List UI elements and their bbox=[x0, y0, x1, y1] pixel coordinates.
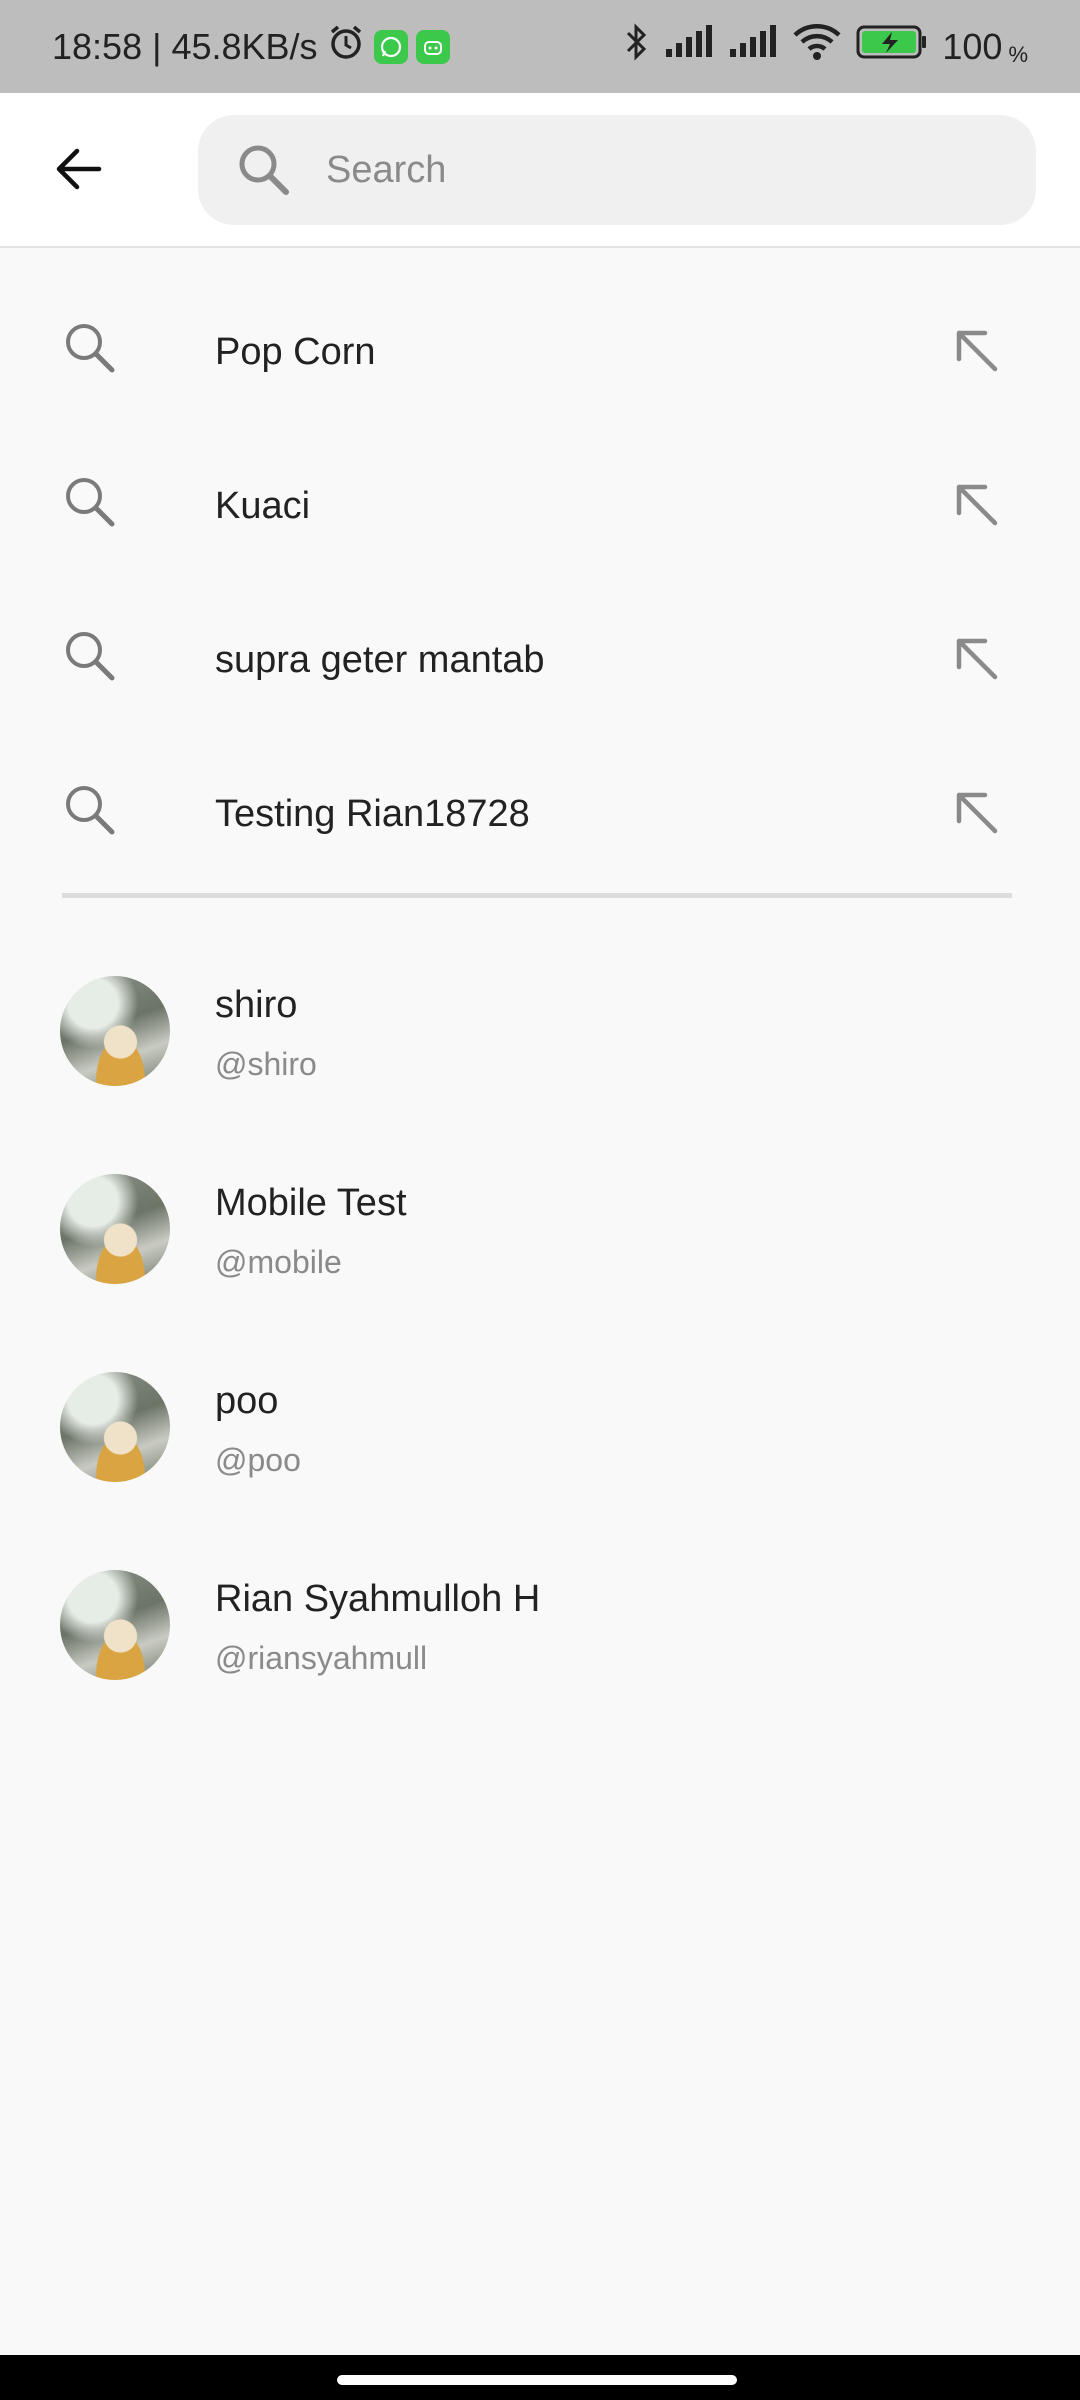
status-bar: 18:58 | 45.8KB/s 100 % bbox=[0, 0, 1080, 93]
system-nav-bar bbox=[0, 2355, 1080, 2400]
history-label: Pop Corn bbox=[215, 330, 376, 373]
search-icon bbox=[62, 474, 122, 534]
search-screen: 18:58 | 45.8KB/s 100 % Search Pop Corn K… bbox=[0, 0, 1080, 2400]
history-label: Kuaci bbox=[215, 484, 311, 527]
bluetooth-icon bbox=[624, 21, 650, 72]
user-results-list: shiro @shiro Mobile Test @mobile poo @po… bbox=[0, 946, 1080, 1738]
arrow-up-left-icon[interactable] bbox=[946, 782, 1006, 842]
whatsapp-icon bbox=[373, 29, 408, 64]
user-row[interactable]: Rian Syahmulloh H @riansyahmull bbox=[0, 1540, 1080, 1738]
history-item[interactable]: Testing Rian18728 bbox=[0, 737, 1080, 891]
user-handle: @poo bbox=[215, 1442, 301, 1478]
user-row[interactable]: poo @poo bbox=[0, 1342, 1080, 1540]
battery-charging-icon bbox=[856, 24, 928, 69]
signal-icon bbox=[728, 25, 778, 68]
user-name: poo bbox=[215, 1380, 279, 1422]
search-icon bbox=[62, 320, 122, 380]
alarm-icon bbox=[326, 22, 366, 71]
search-history-list: Pop Corn Kuaci supra geter mantab Testin… bbox=[0, 275, 1080, 891]
battery-unit: % bbox=[1008, 42, 1028, 67]
signal-icon bbox=[664, 25, 714, 68]
avatar bbox=[60, 1174, 170, 1284]
search-box[interactable] bbox=[198, 115, 1036, 225]
search-icon bbox=[234, 140, 294, 200]
back-button[interactable] bbox=[40, 131, 116, 207]
home-gesture-handle[interactable] bbox=[337, 2375, 737, 2385]
avatar bbox=[60, 976, 170, 1086]
arrow-left-icon bbox=[56, 148, 102, 190]
android-icon bbox=[415, 29, 450, 64]
arrow-up-left-icon[interactable] bbox=[946, 474, 1006, 534]
user-handle: @mobile bbox=[215, 1244, 342, 1280]
user-name: Rian Syahmulloh H bbox=[215, 1578, 541, 1620]
history-label: supra geter mantab bbox=[215, 638, 545, 681]
search-input[interactable] bbox=[326, 148, 966, 192]
battery-level: 100 bbox=[942, 25, 1003, 67]
avatar bbox=[60, 1372, 170, 1482]
status-time: 18:58 | 45.8KB/s bbox=[52, 25, 318, 67]
user-name: shiro bbox=[215, 984, 298, 1026]
search-icon bbox=[62, 628, 122, 688]
arrow-up-left-icon[interactable] bbox=[946, 628, 1006, 688]
wifi-icon bbox=[792, 23, 842, 70]
section-divider bbox=[62, 893, 1012, 898]
user-row[interactable]: shiro @shiro bbox=[0, 946, 1080, 1144]
user-name: Mobile Test bbox=[215, 1182, 407, 1224]
search-icon bbox=[62, 782, 122, 842]
avatar bbox=[60, 1570, 170, 1680]
arrow-up-left-icon[interactable] bbox=[946, 320, 1006, 380]
history-item[interactable]: supra geter mantab bbox=[0, 583, 1080, 737]
user-row[interactable]: Mobile Test @mobile bbox=[0, 1144, 1080, 1342]
history-item[interactable]: Kuaci bbox=[0, 429, 1080, 583]
history-item[interactable]: Pop Corn bbox=[0, 275, 1080, 429]
history-label: Testing Rian18728 bbox=[215, 792, 530, 835]
app-bar bbox=[0, 93, 1080, 248]
user-handle: @riansyahmull bbox=[215, 1640, 428, 1676]
user-handle: @shiro bbox=[215, 1046, 317, 1082]
